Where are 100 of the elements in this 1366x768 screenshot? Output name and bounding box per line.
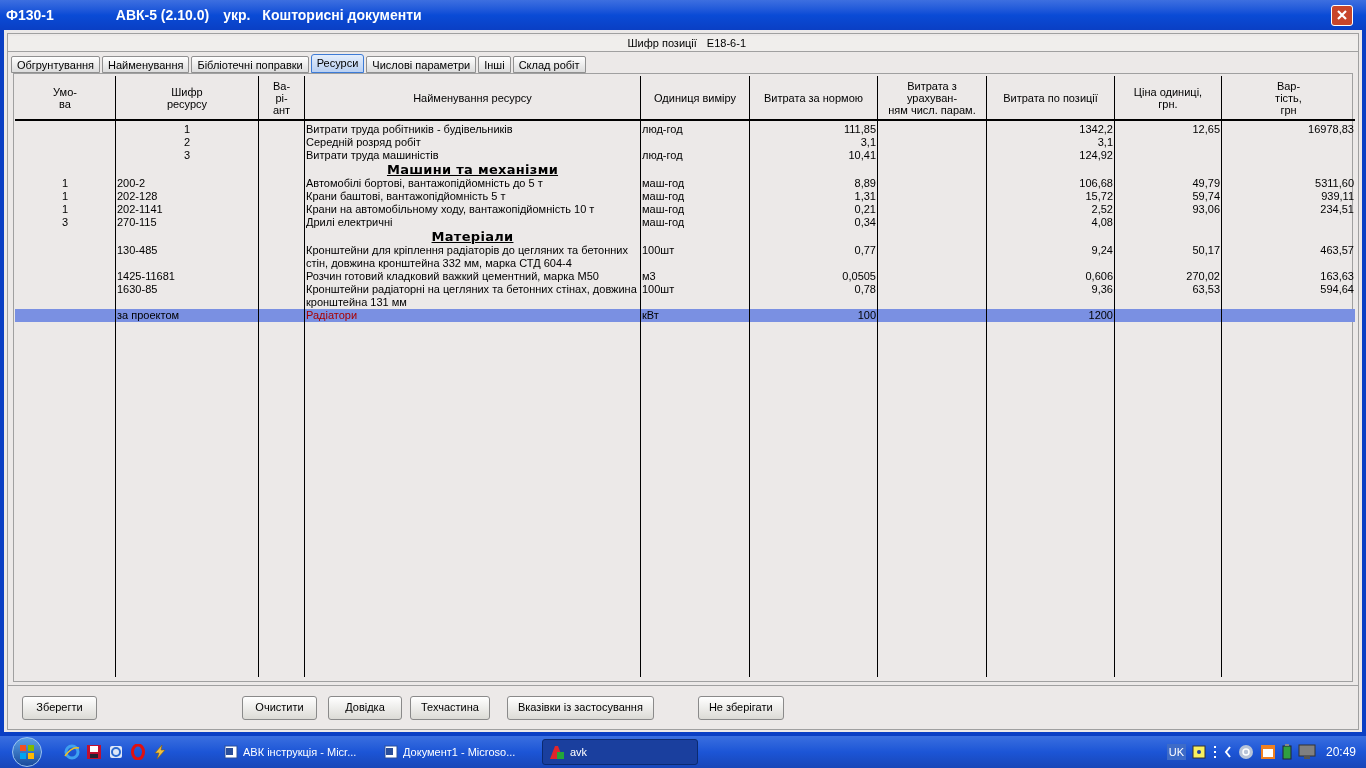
table-cell: маш-год: [642, 203, 685, 215]
tab[interactable]: Обгрунтування: [11, 56, 101, 73]
table-cell: 463,57: [1320, 244, 1354, 256]
column-header: Одиниця виміру: [654, 91, 736, 104]
document-icon: [224, 745, 238, 759]
close-icon: [1337, 10, 1347, 20]
table-cell: Радіатори: [306, 309, 358, 321]
table-cell: 2,52: [1091, 203, 1113, 215]
column-header: Витрата за нормою: [763, 91, 864, 104]
table-cell: Середній розряд робіт: [306, 136, 421, 148]
table-cell: м3: [642, 270, 656, 282]
table-cell: 5311,60: [1315, 177, 1354, 189]
table-cell: 0,606: [1085, 270, 1113, 282]
table-cell: 594,64: [1320, 283, 1354, 295]
tab[interactable]: Числові параметри: [366, 56, 477, 73]
action-button[interactable]: Зберегти: [22, 695, 97, 720]
action-button[interactable]: Техчастина: [410, 695, 490, 720]
table-cell: 130-485: [117, 244, 158, 256]
table-cell: 1342,2: [1079, 123, 1113, 135]
taskbar-button[interactable]: avk: [542, 739, 698, 765]
table-cell: 200-2: [117, 177, 146, 189]
table-cell: 234,51: [1320, 203, 1354, 215]
table-cell: 9,24: [1091, 244, 1113, 256]
start-button[interactable]: [12, 737, 42, 767]
table-cell: кВт: [642, 309, 659, 321]
tab[interactable]: Бібліотечні поправки: [191, 56, 309, 73]
table-cell: Кронштейни радіаторні на цегляних та бетонних стінах, довжина кронштейна 131 мм: [306, 283, 637, 308]
window-title: Ф130-1: [6, 5, 54, 25]
column-header: Вар- тість, грн: [1275, 79, 1302, 116]
action-button[interactable]: Не зберігати: [697, 695, 784, 720]
table-cell: люд-год: [642, 149, 683, 161]
tab[interactable]: Ресурси: [310, 54, 365, 73]
table-cell: 0,21: [854, 203, 876, 215]
table-cell: 0,78: [854, 283, 876, 295]
taskbar-button[interactable]: Документ1 - Microso...: [378, 739, 532, 765]
table-cell: 4,08: [1091, 216, 1113, 228]
floppy-icon[interactable]: [86, 744, 102, 760]
table-cell: 3,1: [860, 136, 876, 148]
column-header: Найменування ресурсу: [413, 91, 532, 104]
column-header: Шифр ресурсу: [166, 85, 208, 110]
action-button[interactable]: Вказівки із застосування: [506, 695, 654, 720]
selected-row[interactable]: за проектом Радіатори кВт 100 1200: [15, 309, 1355, 322]
table-cell: маш-год: [642, 216, 685, 228]
table-cell: 202-1141: [117, 203, 163, 215]
table-cell: 63,53: [1192, 283, 1220, 295]
table-cell: маш-год: [642, 190, 685, 202]
table-cell: 100шт: [642, 283, 675, 295]
table-cell: 1: [61, 177, 69, 189]
action-button[interactable]: Очистити: [242, 695, 317, 720]
table-cell: Витрати труда робітників - будівельників: [306, 123, 513, 135]
lightning-icon[interactable]: [152, 744, 168, 760]
window-title: Кошторисні документи: [262, 5, 422, 25]
table-cell: 3: [61, 216, 69, 228]
table-cell: 124,92: [1079, 149, 1113, 161]
chevron-left-icon[interactable]: [1223, 746, 1232, 758]
table-cell: Кронштейни для кріплення радіаторів до цегляних та бетонних стін, довжина кронштейна 332 мм, марка СТД 604-4: [306, 244, 628, 269]
dots-icon[interactable]: [1211, 745, 1218, 759]
table-cell: за проектом: [117, 309, 180, 321]
table-cell: Дрилі електричні: [306, 216, 393, 228]
document-icon: [384, 745, 398, 759]
table-cell: 1,31: [854, 190, 876, 202]
position-code-label: Шифр позиції: [627, 36, 697, 52]
table-cell: Витрати труда машиністів: [306, 149, 439, 161]
monitor-icon[interactable]: [1297, 744, 1316, 760]
column-header: Умо- ва: [53, 85, 77, 110]
table-cell: 111,85: [844, 123, 876, 135]
table-cell: 59,74: [1192, 190, 1220, 202]
table-cell: 2: [183, 136, 191, 148]
column-header: Витрата по позиції: [1003, 91, 1098, 104]
table-cell: 202-128: [117, 190, 158, 202]
table-cell: 0,34: [854, 216, 876, 228]
table-cell: 50,17: [1192, 244, 1220, 256]
table-cell: 93,06: [1192, 203, 1220, 215]
tab[interactable]: Склад робіт: [512, 56, 586, 73]
tab[interactable]: Найменування: [102, 56, 190, 73]
table-cell: Розчин готовий кладковий важкий цементний, марка М50: [306, 270, 599, 282]
tab[interactable]: Інші: [478, 56, 511, 73]
table-cell: 939,11: [1321, 190, 1354, 202]
table-cell: 163,63: [1320, 270, 1354, 282]
table-cell: Крани баштові, вантажопідйомність 5 т: [306, 190, 506, 202]
table-cell: 1425-11681: [117, 270, 175, 282]
taskbar-button[interactable]: АВК інструкція - Micr...: [218, 739, 372, 765]
table-cell: 100: [857, 309, 876, 321]
table-cell: 270-115: [117, 216, 157, 228]
column-header: Ва- рі- ант: [272, 79, 291, 116]
language-indicator[interactable]: UK: [1166, 743, 1186, 761]
table-cell: 1200: [1088, 309, 1113, 321]
table-cell: 0,77: [854, 244, 876, 256]
table-cell: люд-год: [642, 123, 683, 135]
table-cell: 1630-85: [117, 283, 158, 295]
calendar-icon[interactable]: [1259, 744, 1276, 760]
window-title: АВК-5 (2.10.0): [115, 5, 210, 25]
battery-icon[interactable]: [1281, 744, 1292, 760]
action-button[interactable]: Довідка: [328, 695, 402, 720]
table-cell: 9,36: [1091, 283, 1113, 295]
table-cell: Автомобілі бортові, вантажопідйомність до 5 т: [306, 177, 543, 189]
table-cell: 100шт: [642, 244, 675, 256]
close-button[interactable]: [1331, 4, 1353, 26]
table-cell: 8,89: [854, 177, 876, 189]
table-cell: 0,0505: [842, 270, 876, 282]
